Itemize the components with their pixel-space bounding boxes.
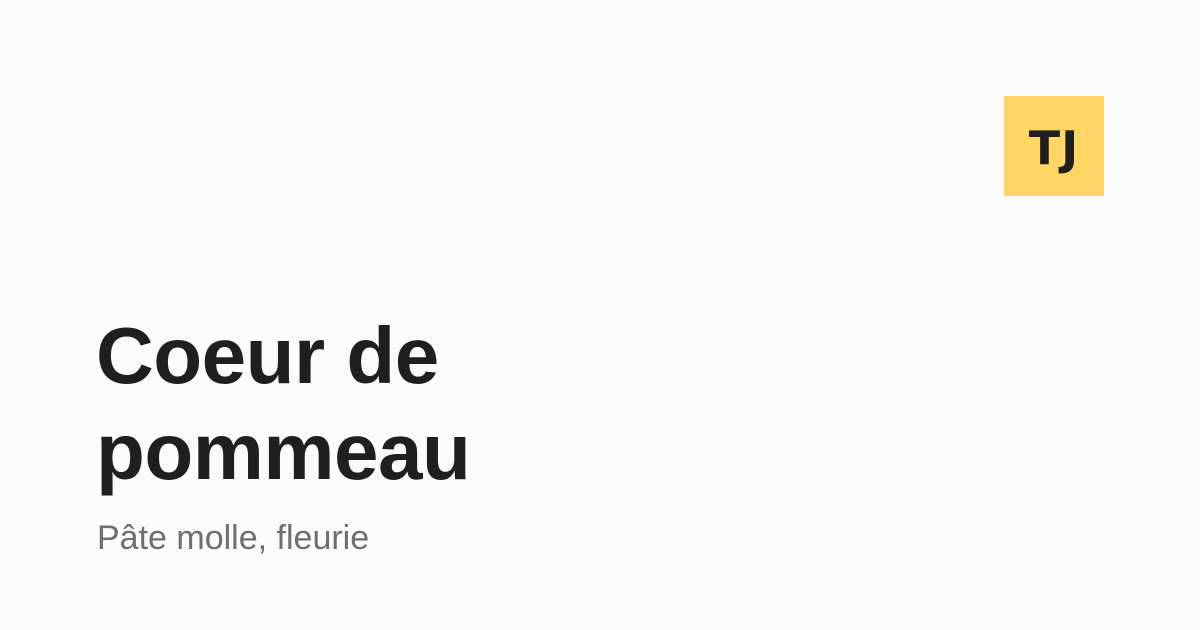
page-title: Coeur de pommeau [96, 308, 716, 500]
page-title-line-1: Coeur de [96, 311, 439, 400]
social-card: TJ Coeur de pommeau Pâte molle, fleurie [0, 0, 1200, 630]
page-subtitle: Pâte molle, fleurie [97, 519, 370, 557]
page-title-line-2: pommeau [96, 407, 471, 496]
brand-logo: TJ [1004, 96, 1104, 196]
brand-logo-text: TJ [1028, 121, 1080, 175]
